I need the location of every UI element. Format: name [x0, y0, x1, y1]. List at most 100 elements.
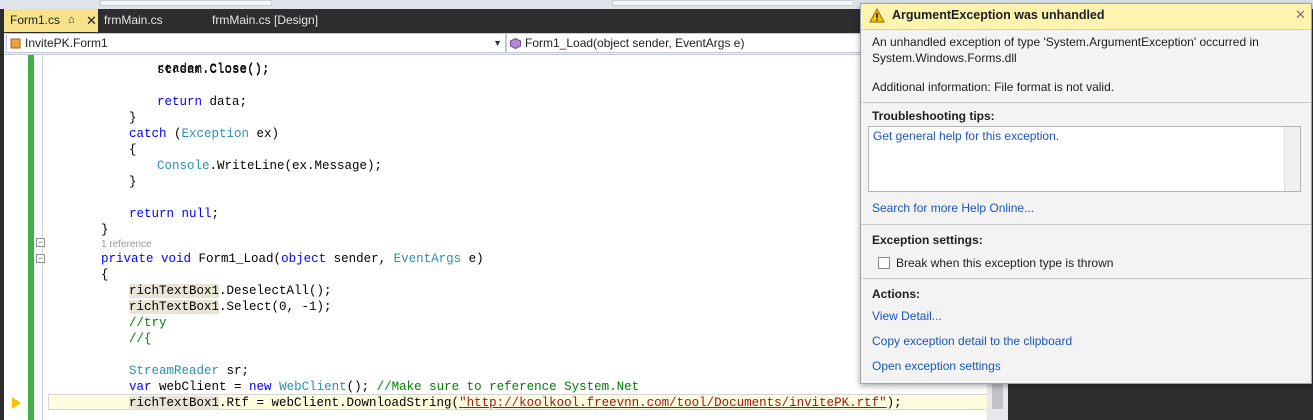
code-token: ; [211, 207, 220, 221]
string-literal: "http://koolkool.freevnn.com/tool/Docume… [459, 396, 887, 410]
warning-icon [869, 8, 885, 23]
code-line: //{ [129, 331, 152, 347]
keyword: catch [129, 127, 167, 141]
search-help-online-link[interactable]: Search for more Help Online... [872, 201, 1034, 215]
code-editor[interactable]: − − reader.Close(); stream.Close(); retu… [4, 55, 988, 420]
tab-label: frmMain.cs [104, 13, 163, 27]
exception-message: An unhandled exception of type 'System.A… [872, 35, 1259, 49]
method-icon [510, 38, 521, 49]
code-token: } [129, 111, 137, 125]
exception-message-cont: System.Windows.Forms.dll [872, 51, 1017, 65]
comment: //{ [129, 332, 152, 346]
close-icon[interactable]: ✕ [1295, 7, 1306, 23]
comment: //Make sure to reference System.Net [376, 380, 640, 394]
code-line: } [129, 174, 137, 190]
code-line: richTextBox1.Select(0, -1); [129, 299, 332, 315]
toolbar-block [612, 0, 854, 6]
tab-label: Form1.cs [10, 13, 61, 27]
open-exception-settings-link[interactable]: Open exception settings [872, 359, 1001, 373]
code-token: sr; [219, 364, 250, 378]
keyword: private [101, 252, 154, 266]
highlighted-reference: richTextBox1 [129, 396, 220, 410]
navigation-bar: InvitePK.Form1 ▼ Form1_Load(object sende… [4, 33, 994, 55]
collapse-icon[interactable]: − [36, 238, 45, 247]
class-dropdown-label: InvitePK.Form1 [25, 36, 108, 50]
code-token: .DeselectAll(); [219, 284, 332, 298]
code-line: stream.Close(); [157, 62, 270, 78]
code-token: .WriteLine(ex.Message); [209, 159, 383, 173]
instruction-pointer-icon [12, 397, 21, 409]
code-line: Console.WriteLine(ex.Message); [157, 158, 382, 174]
code-token: sender, [326, 252, 394, 266]
exception-assistant-popup: ArgumentException was unhandled ✕ An unh… [860, 3, 1312, 384]
exception-settings-heading: Exception settings: [872, 233, 983, 247]
code-line: } [101, 222, 109, 238]
exception-title: ArgumentException was unhandled [892, 8, 1105, 22]
code-token: stream.Close(); [157, 63, 270, 77]
keyword: return [157, 95, 203, 109]
tab-frmmain-design[interactable]: frmMain.cs [Design] [206, 9, 366, 32]
actions-heading: Actions: [872, 287, 920, 301]
tip-general-help-link[interactable]: Get general help for this exception. [873, 129, 1059, 143]
code-line: { [129, 142, 137, 158]
tips-scrollbar[interactable] [1284, 127, 1300, 191]
view-detail-link[interactable]: View Detail... [872, 309, 942, 323]
break-when-thrown-label[interactable]: Break when this exception type is thrown [896, 256, 1113, 270]
change-tracking-bar [28, 55, 34, 420]
class-icon [10, 38, 21, 49]
editor-margin[interactable] [4, 55, 40, 420]
type-name: StreamReader [129, 364, 220, 378]
code-line: } [129, 110, 137, 126]
type-name: WebClient [279, 380, 347, 394]
divider [861, 278, 1311, 279]
code-line: return data; [157, 94, 247, 110]
highlighted-reference: richTextBox1 [129, 300, 220, 314]
code-token: .Select(0, -1); [219, 300, 332, 314]
toolbar-block [100, 0, 272, 6]
copy-exception-detail-link[interactable]: Copy exception detail to the clipboard [872, 334, 1072, 348]
code-line: richTextBox1.DeselectAll(); [129, 283, 332, 299]
type-name: Console [157, 159, 210, 173]
chevron-down-icon: ▼ [493, 38, 502, 48]
member-dropdown-label: Form1_Load(object sender, EventArgs e) [525, 36, 745, 50]
code-token: } [101, 223, 109, 237]
close-icon[interactable]: ✕ [86, 9, 97, 32]
code-line: { [101, 267, 109, 283]
code-line: return null; [129, 206, 219, 222]
code-token: Form1_Load( [191, 252, 282, 266]
code-line: StreamReader sr; [129, 363, 249, 379]
exception-header: ArgumentException was unhandled ✕ [861, 4, 1311, 30]
code-token: .Rtf = webClient.DownloadString( [219, 396, 460, 410]
tab-form1-cs[interactable]: Form1.cs ⌂ ✕ [4, 9, 98, 32]
type-name: Exception [181, 127, 250, 141]
code-token: ex) [249, 127, 280, 141]
code-token: ( [166, 127, 182, 141]
code-line: private void Form1_Load(object sender, E… [101, 251, 484, 267]
troubleshooting-tips-list[interactable]: Get general help for this exception. [868, 126, 1301, 192]
collapse-icon[interactable]: − [36, 254, 45, 263]
break-when-thrown-checkbox[interactable] [878, 257, 890, 269]
pin-icon[interactable]: ⌂ [68, 9, 75, 32]
keyword: null [181, 207, 212, 221]
comment: //try [129, 316, 167, 330]
tab-frmmain-cs[interactable]: frmMain.cs [98, 9, 204, 32]
keyword: object [281, 252, 327, 266]
code-token: (); [346, 380, 377, 394]
code-token: data; [202, 95, 248, 109]
divider [861, 102, 1311, 103]
divider [861, 224, 1311, 225]
class-dropdown[interactable]: InvitePK.Form1 ▼ [6, 33, 506, 53]
code-token: { [101, 268, 109, 282]
document-tab-bar: Form1.cs ⌂ ✕ frmMain.cs frmMain.cs [Desi… [0, 9, 1010, 32]
code-line: var webClient = new WebClient(); //Make … [129, 379, 639, 395]
code-token: ); [886, 396, 902, 410]
tab-label: frmMain.cs [Design] [212, 13, 319, 27]
code-token: { [129, 143, 137, 157]
reference-count-link[interactable]: 1 reference [101, 239, 152, 250]
troubleshooting-heading: Troubleshooting tips: [872, 109, 995, 123]
code-line: catch (Exception ex) [129, 126, 279, 142]
keyword: return [129, 207, 175, 221]
code-line: richTextBox1.Rtf = webClient.DownloadStr… [129, 395, 902, 411]
keyword: void [161, 252, 192, 266]
code-line: //try [129, 315, 167, 331]
